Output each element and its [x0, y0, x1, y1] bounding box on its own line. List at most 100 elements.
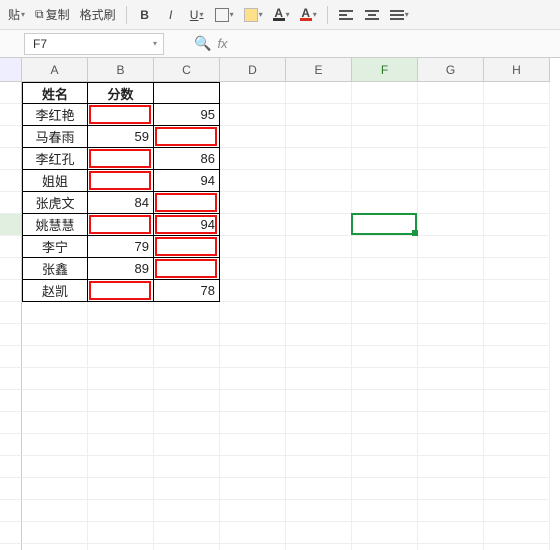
cell-F20[interactable]: [352, 500, 418, 522]
cell-G10[interactable]: [418, 280, 484, 302]
cell-G14[interactable]: [418, 368, 484, 390]
cell-E7[interactable]: [286, 214, 352, 236]
cell-F16[interactable]: [352, 412, 418, 434]
cell-F22[interactable]: [352, 544, 418, 550]
cell-H4[interactable]: [484, 148, 550, 170]
row-header-3[interactable]: [0, 126, 22, 148]
cell-C22[interactable]: [154, 544, 220, 550]
row-header-12[interactable]: [0, 324, 22, 346]
cell-D13[interactable]: [220, 346, 286, 368]
cell-H16[interactable]: [484, 412, 550, 434]
cell-H6[interactable]: [484, 192, 550, 214]
cell-F19[interactable]: [352, 478, 418, 500]
cell-A5[interactable]: 姐姐: [22, 170, 88, 192]
row-header-5[interactable]: [0, 170, 22, 192]
cell-B17[interactable]: [88, 434, 154, 456]
cell-B6[interactable]: 84: [88, 192, 154, 214]
cell-C7[interactable]: 94: [154, 214, 220, 236]
cell-G11[interactable]: [418, 302, 484, 324]
cell-A2[interactable]: 李红艳: [22, 104, 88, 126]
cell-G7[interactable]: [418, 214, 484, 236]
cell-E13[interactable]: [286, 346, 352, 368]
cell-D9[interactable]: [220, 258, 286, 280]
cell-A1[interactable]: 姓名: [22, 82, 88, 104]
cell-H18[interactable]: [484, 456, 550, 478]
column-header-A[interactable]: A: [22, 58, 88, 82]
cell-H15[interactable]: [484, 390, 550, 412]
row-header-11[interactable]: [0, 302, 22, 324]
cell-B4[interactable]: [88, 148, 154, 170]
column-header-H[interactable]: H: [484, 58, 550, 82]
cell-F15[interactable]: [352, 390, 418, 412]
cell-E11[interactable]: [286, 302, 352, 324]
cell-B8[interactable]: 79: [88, 236, 154, 258]
font-color-button[interactable]: A▾: [269, 3, 294, 27]
cell-H7[interactable]: [484, 214, 550, 236]
cell-C21[interactable]: [154, 522, 220, 544]
cell-C13[interactable]: [154, 346, 220, 368]
cell-G6[interactable]: [418, 192, 484, 214]
cell-H1[interactable]: [484, 82, 550, 104]
cell-C8[interactable]: [154, 236, 220, 258]
cell-H12[interactable]: [484, 324, 550, 346]
cell-F3[interactable]: [352, 126, 418, 148]
row-header-7[interactable]: [0, 214, 22, 236]
cell-C12[interactable]: [154, 324, 220, 346]
cell-C11[interactable]: [154, 302, 220, 324]
cell-F17[interactable]: [352, 434, 418, 456]
format-painter-button[interactable]: 格式刷: [76, 3, 120, 27]
cell-C16[interactable]: [154, 412, 220, 434]
fill-color-button[interactable]: ▾: [240, 3, 267, 27]
bold-button[interactable]: B: [133, 3, 157, 27]
cell-G5[interactable]: [418, 170, 484, 192]
cell-D22[interactable]: [220, 544, 286, 550]
cell-B13[interactable]: [88, 346, 154, 368]
row-header-6[interactable]: [0, 192, 22, 214]
row-header-20[interactable]: [0, 500, 22, 522]
row-header-1[interactable]: [0, 82, 22, 104]
cell-H8[interactable]: [484, 236, 550, 258]
cell-F6[interactable]: [352, 192, 418, 214]
select-all-corner[interactable]: [0, 58, 22, 82]
cell-D2[interactable]: [220, 104, 286, 126]
cell-B9[interactable]: 89: [88, 258, 154, 280]
row-header-16[interactable]: [0, 412, 22, 434]
cell-H11[interactable]: [484, 302, 550, 324]
cell-A19[interactable]: [22, 478, 88, 500]
column-header-F[interactable]: F: [352, 58, 418, 82]
cell-C15[interactable]: [154, 390, 220, 412]
cell-C6[interactable]: [154, 192, 220, 214]
cell-E1[interactable]: [286, 82, 352, 104]
cell-F10[interactable]: [352, 280, 418, 302]
cell-C4[interactable]: 86: [154, 148, 220, 170]
cell-B21[interactable]: [88, 522, 154, 544]
cell-H20[interactable]: [484, 500, 550, 522]
row-header-2[interactable]: [0, 104, 22, 126]
row-header-8[interactable]: [0, 236, 22, 258]
cell-H19[interactable]: [484, 478, 550, 500]
cell-B2[interactable]: [88, 104, 154, 126]
cell-E19[interactable]: [286, 478, 352, 500]
cell-C14[interactable]: [154, 368, 220, 390]
cell-F4[interactable]: [352, 148, 418, 170]
cell-G18[interactable]: [418, 456, 484, 478]
cell-E22[interactable]: [286, 544, 352, 550]
cell-D7[interactable]: [220, 214, 286, 236]
font-color-button-2[interactable]: A▾: [296, 3, 321, 27]
cell-G13[interactable]: [418, 346, 484, 368]
cell-F5[interactable]: [352, 170, 418, 192]
cell-D11[interactable]: [220, 302, 286, 324]
cell-D20[interactable]: [220, 500, 286, 522]
cell-A11[interactable]: [22, 302, 88, 324]
cell-E8[interactable]: [286, 236, 352, 258]
cell-G3[interactable]: [418, 126, 484, 148]
row-header-10[interactable]: [0, 280, 22, 302]
cell-H10[interactable]: [484, 280, 550, 302]
underline-button[interactable]: U▾: [185, 3, 209, 27]
cell-B3[interactable]: 59: [88, 126, 154, 148]
cell-A7[interactable]: 姚慧慧: [22, 214, 88, 236]
cell-F8[interactable]: [352, 236, 418, 258]
cell-E3[interactable]: [286, 126, 352, 148]
cell-F1[interactable]: [352, 82, 418, 104]
cell-H13[interactable]: [484, 346, 550, 368]
